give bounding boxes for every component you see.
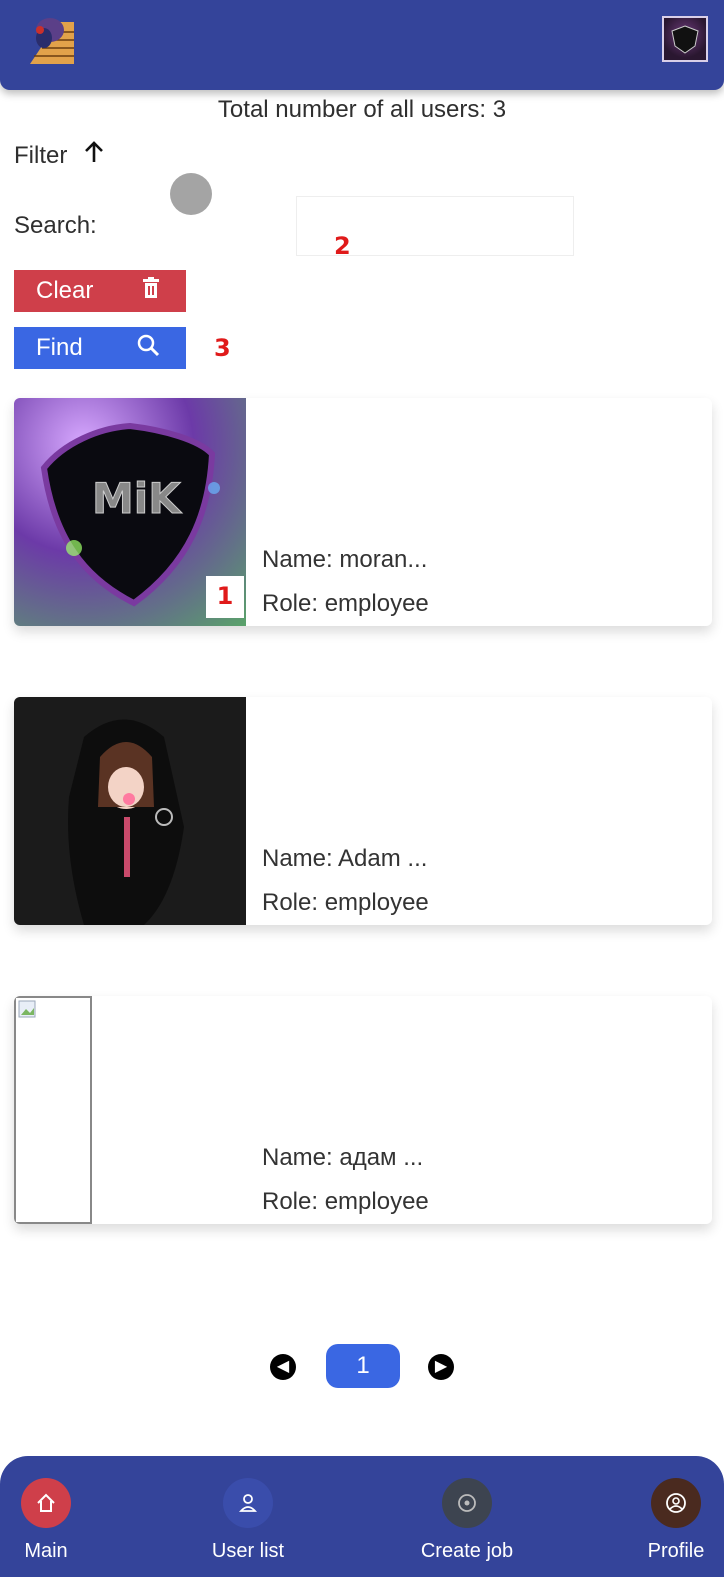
- user-card[interactable]: Name: адам ... Role: employee: [14, 996, 712, 1224]
- user-icon: [223, 1478, 273, 1528]
- bottom-navigation: Main User list Create job Profile: [0, 1456, 724, 1577]
- profile-icon: [651, 1478, 701, 1528]
- home-icon: [21, 1478, 71, 1528]
- pagination: ◀ 1 ▶: [0, 1344, 724, 1388]
- user-role: Role: employee: [262, 889, 429, 916]
- nav-label: Main: [24, 1540, 68, 1562]
- svg-text:MiK: MiK: [92, 474, 182, 523]
- touch-indicator: [170, 173, 212, 215]
- annotation-marker-2: 2: [334, 232, 351, 260]
- nav-item-create-job[interactable]: Create job: [407, 1478, 527, 1563]
- search-label: Search:: [14, 212, 97, 239]
- arrow-left-icon[interactable]: ◀: [270, 1354, 296, 1380]
- find-button[interactable]: Find: [14, 327, 186, 369]
- annotation-marker-3: 3: [214, 334, 231, 362]
- user-card[interactable]: Name: Adam ... Role: employee: [14, 697, 712, 925]
- nav-label: Create job: [420, 1540, 514, 1562]
- filter-label: Filter: [14, 141, 68, 169]
- nav-item-user-list[interactable]: User list: [188, 1478, 308, 1563]
- user-card[interactable]: MiK 1 Name: moran... Role: employee: [14, 398, 712, 626]
- user-role: Role: employee: [262, 590, 429, 617]
- user-name: Name: moran...: [262, 546, 428, 573]
- user-role: Role: employee: [262, 1188, 429, 1215]
- user-avatar-image: [14, 697, 246, 925]
- arrow-up-icon: [83, 140, 105, 171]
- total-users-count: Total number of all users: 3: [217, 96, 507, 123]
- clear-button-label: Clear: [36, 277, 94, 304]
- nav-label: Profile: [647, 1540, 705, 1562]
- top-app-bar: [0, 0, 724, 90]
- clear-button[interactable]: Clear: [14, 270, 186, 312]
- profile-avatar-icon[interactable]: [662, 16, 708, 62]
- user-name: Name: Adam ...: [262, 845, 428, 872]
- search-icon: [136, 333, 160, 364]
- nav-label: User list: [211, 1540, 285, 1562]
- nav-item-profile[interactable]: Profile: [616, 1478, 724, 1563]
- broken-image-icon: [14, 996, 92, 1224]
- target-icon: [442, 1478, 492, 1528]
- annotation-marker-1: 1: [206, 576, 244, 618]
- brick-mascot-logo-icon[interactable]: [24, 12, 80, 68]
- find-button-label: Find: [36, 334, 83, 361]
- arrow-right-icon[interactable]: ▶: [428, 1354, 454, 1380]
- page-button-current[interactable]: 1: [326, 1344, 400, 1388]
- user-name: Name: адам ...: [262, 1144, 424, 1171]
- nav-item-main[interactable]: Main: [0, 1478, 106, 1563]
- filter-toggle[interactable]: Filter: [14, 140, 105, 171]
- trash-icon: [142, 276, 160, 306]
